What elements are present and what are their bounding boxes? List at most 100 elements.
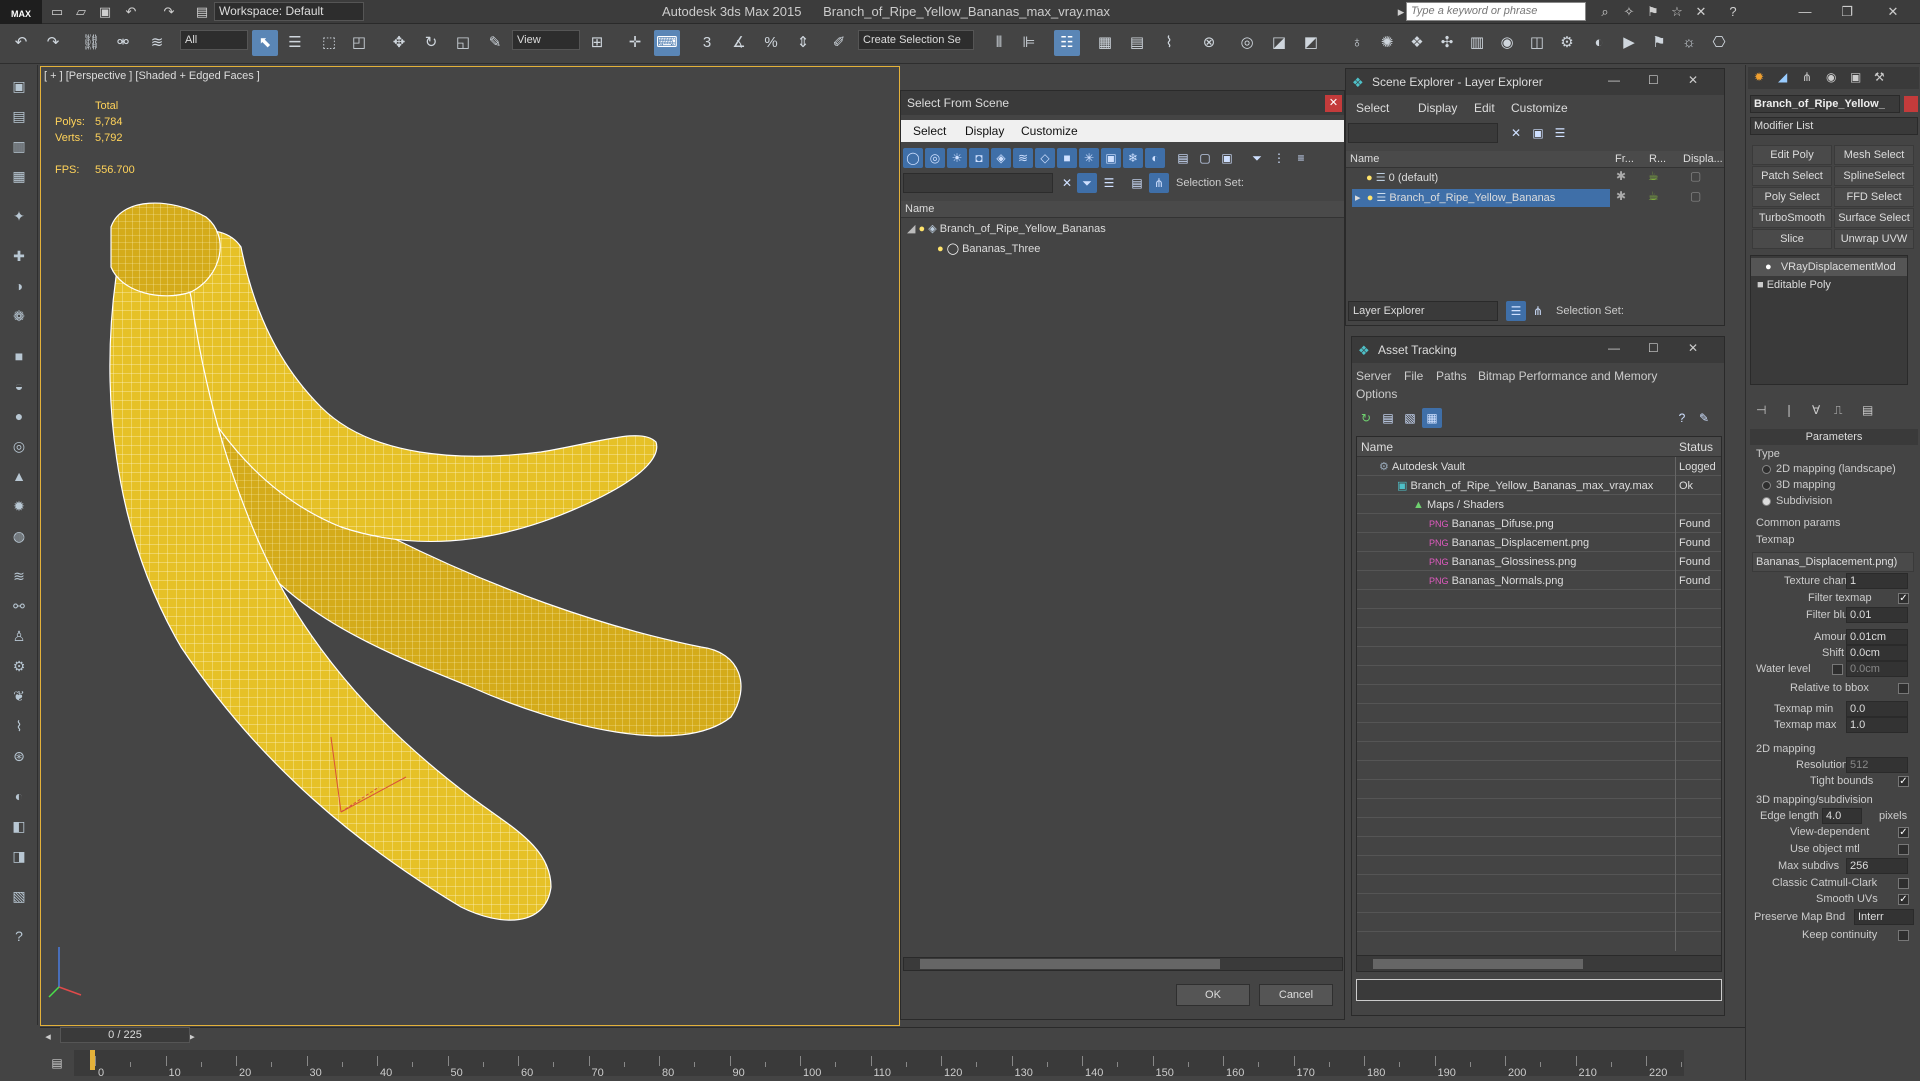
percent-snap-icon[interactable]: % [758, 30, 784, 56]
vray-sphere-icon[interactable]: ◉ [1494, 30, 1520, 56]
wave-icon[interactable]: ≋ [7, 564, 31, 588]
refresh-icon[interactable]: ↻ [1356, 408, 1376, 428]
view-dependent-checkbox[interactable]: ✓ [1898, 827, 1909, 838]
vray-plane-icon[interactable]: ▥ [1464, 30, 1490, 56]
sort-by-layer-icon[interactable]: ☰ [1506, 301, 1526, 321]
close-icon[interactable]: ✕ [1874, 0, 1912, 24]
menu-file[interactable]: File [1404, 369, 1423, 383]
selection-filter-dropdown[interactable]: All [180, 30, 248, 50]
angle-snap-icon[interactable]: ∡ [726, 30, 752, 56]
object-name-field[interactable]: Branch_of_Ripe_Yellow_ [1750, 95, 1900, 113]
stack-item-editable-poly[interactable]: ■ Editable Poly [1757, 276, 1831, 294]
menu-customize[interactable]: Customize [1021, 124, 1078, 138]
texture-chan-spinner[interactable]: 1 [1846, 573, 1908, 589]
surface-select-button[interactable]: Surface Select [1834, 208, 1914, 228]
layer-add-icon[interactable]: ☰ [1550, 123, 1570, 143]
document-icon[interactable]: ▥ [7, 134, 31, 158]
ok-button[interactable]: OK [1176, 984, 1250, 1006]
mirror-icon[interactable]: ⫴ [986, 30, 1012, 56]
viewport-label[interactable]: [ + ] [Perspective ] [Shaded + Edged Fac… [44, 70, 260, 82]
vray-frame-buffer-icon[interactable]: ◫ [1524, 30, 1550, 56]
rectangular-selection-icon[interactable]: ⬚ [316, 30, 342, 56]
layers-icon[interactable]: ☰ [1099, 173, 1119, 193]
save-file-icon[interactable]: ▣ [96, 3, 114, 21]
bind-spacewarp-icon[interactable]: ≋ [144, 30, 170, 56]
open-file-icon[interactable]: ▱ [72, 3, 90, 21]
leaf-icon[interactable]: ❦ [7, 684, 31, 708]
horizontal-scrollbar[interactable] [903, 957, 1343, 971]
snaps-toggle-icon[interactable]: 3 [694, 30, 720, 56]
frame-counter[interactable]: 0 / 225 [60, 1027, 190, 1043]
edge-length-spinner[interactable]: 4.0 [1822, 808, 1862, 824]
schematic-view-icon[interactable]: ⊗ [1196, 30, 1222, 56]
select-manipulate-icon[interactable]: ✛ [622, 30, 648, 56]
scene-states-icon[interactable]: ◧ [7, 814, 31, 838]
modifier-list-dropdown[interactable]: Modifier List [1750, 117, 1918, 135]
display-icon[interactable]: ▢ [1690, 169, 1701, 183]
restore-icon[interactable]: ❐ [1828, 0, 1866, 24]
explorer-type-dropdown[interactable]: Layer Explorer [1348, 301, 1498, 321]
filter-texmap-checkbox[interactable]: ✓ [1898, 593, 1909, 604]
filter-groups-icon[interactable]: ◇ [1035, 148, 1055, 168]
sort-by-hierarchy-icon[interactable]: ⋔ [1528, 301, 1548, 321]
torus-icon[interactable]: ◎ [7, 434, 31, 458]
freeze-column-header[interactable]: Fr... [1611, 151, 1645, 168]
unwrap-uvw-button[interactable]: Unwrap UVW [1834, 229, 1914, 249]
texmap-button[interactable]: Bananas_Displacement.png) [1752, 552, 1914, 572]
resolve-icon[interactable]: ✎ [1694, 408, 1714, 428]
helper-icon[interactable]: ✚ [7, 244, 31, 268]
sun-icon[interactable]: ✹ [7, 494, 31, 518]
slice-button[interactable]: Slice [1752, 229, 1832, 249]
vray-material-icon[interactable]: ◐ [1586, 30, 1612, 56]
display-column-header[interactable]: Displa... [1679, 151, 1724, 168]
texmap-min-spinner[interactable]: 0.0 [1846, 701, 1908, 717]
asset-path-field[interactable] [1356, 979, 1722, 1001]
minimize-icon[interactable]: — [1608, 73, 1620, 87]
display-none-icon[interactable]: ▢ [1195, 148, 1215, 168]
gear-icon[interactable]: ⚙ [7, 654, 31, 678]
smooth-uvs-checkbox[interactable]: ✓ [1898, 894, 1909, 905]
modify-tab-icon[interactable]: ◢ [1778, 70, 1787, 84]
subscription-icon[interactable]: ✧ [1620, 3, 1638, 21]
restore-icon[interactable]: ☐ [1648, 341, 1659, 355]
minimize-icon[interactable]: — [1608, 341, 1620, 355]
menu-customize[interactable]: Customize [1511, 101, 1568, 115]
filter-frozen-icon[interactable]: ❄ [1123, 148, 1143, 168]
spline-select-button[interactable]: SplineSelect [1834, 166, 1914, 186]
menu-select[interactable]: Select [913, 124, 946, 138]
undo-icon[interactable]: ↶ [122, 3, 140, 21]
filter-spacewarps-icon[interactable]: ≋ [1013, 148, 1033, 168]
toggle-scene-explorer-icon[interactable]: ☷ [1054, 30, 1080, 56]
layer-row-branch[interactable]: ▸ ● ☰ Branch_of_Ripe_Yellow_Bananas [1352, 189, 1610, 207]
modifier-icon[interactable]: ◑ [7, 274, 31, 298]
preserve-map-bnd-dropdown[interactable]: Interr [1854, 909, 1914, 925]
filter-hidden-icon[interactable]: ◐ [1145, 148, 1165, 168]
keyboard-shortcut-override-icon[interactable]: ⌨ [654, 30, 680, 56]
align-icon[interactable]: ⊫ [1016, 30, 1042, 56]
display-all-icon[interactable]: ▤ [1173, 148, 1193, 168]
asset-row-max-file[interactable]: ▣ Branch_of_Ripe_Yellow_Bananas_max_vray… [1397, 477, 1653, 495]
filter-shapes-icon[interactable]: ◎ [925, 148, 945, 168]
motion-tab-icon[interactable]: ◉ [1826, 70, 1836, 84]
link-icon[interactable]: ⛓ [78, 30, 104, 56]
help-icon[interactable]: ? [1672, 408, 1692, 428]
thumbnail-view-icon[interactable]: ▧ [1400, 408, 1420, 428]
toggle-ribbon-icon[interactable]: ▤ [1124, 30, 1150, 56]
filter-containers-icon[interactable]: ▣ [1101, 148, 1121, 168]
tight-bounds-checkbox[interactable]: ✓ [1898, 776, 1909, 787]
rotate-icon[interactable]: ↻ [418, 30, 444, 56]
configure-sets-icon[interactable]: ▤ [1862, 403, 1873, 417]
vray-settings-icon[interactable]: ⚑ [1646, 30, 1672, 56]
vray-camera-icon[interactable]: ⎔ [1706, 30, 1732, 56]
render-frame-icon[interactable]: ▤ [7, 104, 31, 128]
globe-icon[interactable]: ◍ [7, 524, 31, 548]
curve-editor-icon[interactable]: ⌇ [1156, 30, 1182, 56]
menu-display[interactable]: Display [1418, 101, 1457, 115]
hair-icon[interactable]: ⌇ [7, 714, 31, 738]
filter-xrefs-icon[interactable]: ■ [1057, 148, 1077, 168]
render-setup-icon[interactable]: ◪ [1266, 30, 1292, 56]
radio-subdivision[interactable] [1762, 497, 1771, 506]
vray-render-icon[interactable]: ▶ [1616, 30, 1642, 56]
menu-display[interactable]: Display [965, 124, 1004, 138]
project-folder-icon[interactable]: ▤ [193, 3, 211, 21]
